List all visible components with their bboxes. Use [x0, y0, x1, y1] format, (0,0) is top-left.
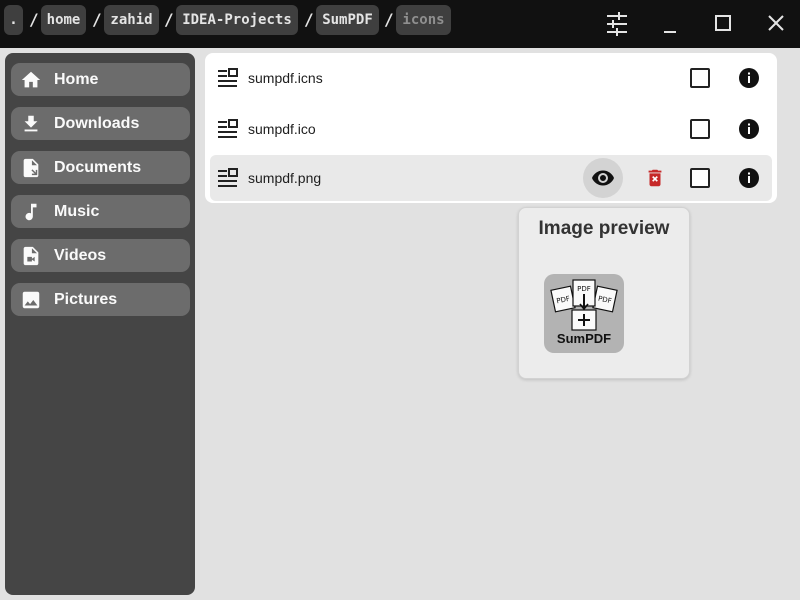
breadcrumb-item-sumpdf[interactable]: SumPDF [316, 5, 379, 35]
breadcrumb-separator: / [384, 10, 394, 29]
trash-icon[interactable] [644, 167, 666, 189]
breadcrumb-item-home[interactable]: home [41, 5, 86, 35]
minimize-icon[interactable] [658, 10, 684, 36]
select-checkbox[interactable] [690, 168, 710, 188]
file-lines-icon [217, 167, 239, 189]
select-checkbox[interactable] [690, 119, 710, 139]
home-icon [20, 69, 42, 91]
maximize-icon[interactable] [710, 10, 736, 36]
breadcrumb-separator: / [304, 10, 314, 29]
logo-text: SumPDF [556, 331, 612, 346]
file-lines-icon [217, 67, 239, 89]
file-name: sumpdf.ico [248, 121, 316, 137]
breadcrumb-separator: / [92, 10, 102, 29]
sidebar-item-label: Music [54, 203, 100, 220]
file-row[interactable]: sumpdf.png [210, 155, 772, 201]
breadcrumb-separator: / [29, 10, 39, 29]
sliders-icon[interactable] [604, 11, 630, 37]
sidebar-item-home[interactable]: Home [11, 63, 190, 96]
breadcrumb-item-root[interactable]: . [4, 5, 23, 35]
sidebar-item-music[interactable]: Music [11, 195, 190, 228]
sumpdf-logo-image: PDF PDF PDF SumPDF [544, 274, 624, 353]
breadcrumb-separator: / [164, 10, 174, 29]
file-name: sumpdf.icns [248, 70, 323, 86]
title-bar: . / home / zahid / IDEA-Projects / SumPD… [0, 0, 800, 48]
image-icon [20, 289, 42, 311]
breadcrumb-item-icons[interactable]: icons [396, 5, 451, 35]
sidebar-item-pictures[interactable]: Pictures [11, 283, 190, 316]
sidebar-item-label: Home [54, 71, 99, 88]
file-row[interactable]: sumpdf.icns [210, 55, 772, 101]
sidebar-item-label: Videos [54, 247, 107, 264]
video-file-icon [20, 245, 42, 267]
info-icon[interactable] [738, 118, 760, 140]
download-icon [20, 113, 42, 135]
file-lines-icon [217, 118, 239, 140]
file-row[interactable]: sumpdf.ico [210, 106, 772, 152]
breadcrumb-item-zahid[interactable]: zahid [104, 5, 159, 35]
file-name: sumpdf.png [248, 170, 322, 186]
eye-icon [592, 170, 614, 186]
sidebar-item-documents[interactable]: Documents [11, 151, 190, 184]
preview-button[interactable] [583, 158, 623, 198]
sidebar-item-label: Downloads [54, 115, 140, 132]
image-preview-popup: Image preview PDF PDF PDF SumPDF [518, 207, 690, 379]
logo-doc-label: PDF [577, 285, 591, 293]
sidebar-item-label: Documents [54, 159, 142, 176]
sidebar-item-videos[interactable]: Videos [11, 239, 190, 272]
info-icon[interactable] [738, 167, 760, 189]
breadcrumb-item-idea-projects[interactable]: IDEA-Projects [176, 5, 298, 35]
preview-title: Image preview [538, 218, 670, 239]
info-icon[interactable] [738, 67, 760, 89]
sidebar: Home Downloads Documents Music Videos Pi… [5, 53, 195, 595]
select-checkbox[interactable] [690, 68, 710, 88]
close-icon[interactable] [763, 10, 789, 36]
document-icon [20, 157, 42, 179]
music-icon [20, 201, 42, 223]
sidebar-item-downloads[interactable]: Downloads [11, 107, 190, 140]
file-list: sumpdf.icns sumpdf.ico sumpdf.png [205, 53, 777, 203]
sidebar-item-label: Pictures [54, 291, 118, 308]
